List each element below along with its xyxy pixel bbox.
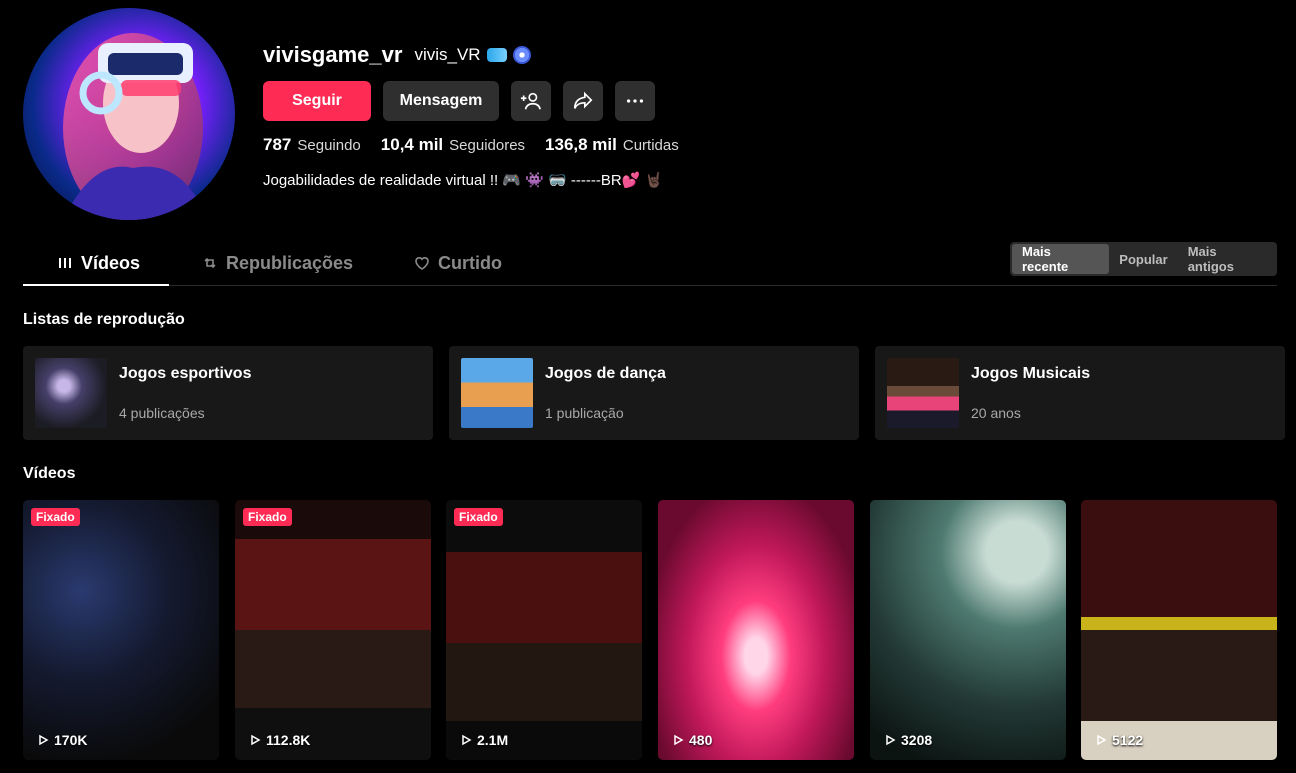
share-icon [573,91,593,109]
video-card[interactable]: 5122 [1081,500,1277,760]
nickname-text: vivis_VR [414,45,481,64]
sort-toggle: Mais recente Popular Mais antigos [1010,242,1277,276]
playlist-card[interactable]: Jogos Musicais 20 anos [875,346,1285,440]
pinned-badge: Fixado [31,508,80,526]
vr-goggles-icon [486,48,507,62]
video-card[interactable]: Fixado 112.8K [235,500,431,760]
stat-value: 136,8 mil [545,135,617,154]
video-thumbnail [23,500,219,760]
playlist-card[interactable]: Jogos de dança 1 publicação [449,346,859,440]
view-count-text: 2.1M [477,732,509,748]
playlist-count: 4 publicações [119,405,205,421]
stat-value: 787 [263,135,292,154]
stat-label: Seguidores [449,137,526,154]
tab-videos[interactable]: Vídeos [57,240,140,286]
playlist-thumbnail [35,358,107,428]
pinned-badge: Fixado [243,508,292,526]
tab-label: Vídeos [81,252,141,273]
avatar[interactable] [23,8,235,220]
video-thumbnail [446,500,642,760]
view-count: 480 [672,732,712,748]
playlist-name: Jogos esportivos [119,365,252,382]
play-icon [462,734,472,746]
heart-icon [415,257,429,270]
more-button[interactable] [615,81,655,121]
pinned-badge: Fixado [454,508,503,526]
tab-label: Curtido [438,252,502,273]
tab-reposts[interactable]: Republicações [202,240,353,286]
profile-names: vivisgame_vr vivis_VR [263,42,531,68]
view-count-text: 480 [689,732,713,748]
playlist-count: 1 publicação [545,405,624,421]
stat-label: Curtidas [622,137,679,154]
active-tab-indicator [23,284,169,286]
video-card[interactable]: 3208 [870,500,1066,760]
profile-actions: Seguir Mensagem [263,81,655,121]
profile-bio: Jogabilidades de realidade virtual !! 🎮 … [263,172,664,189]
view-count-text: 170K [54,732,88,748]
video-thumbnail [870,500,1066,760]
profile-page: vivisgame_vr vivis_VR Seguir Mensagem 78… [0,0,1296,773]
tab-label: Republicações [226,252,354,273]
add-user-icon [520,92,541,110]
stat-followers[interactable]: 10,4 mil Seguidores [381,135,525,155]
playlists-title: Listas de reprodução [23,311,185,328]
add-friend-button[interactable] [511,81,551,121]
tab-liked[interactable]: Curtido [414,240,502,286]
disc-icon [512,46,531,64]
video-thumbnail [658,500,854,760]
repost-icon [204,257,216,269]
follow-button[interactable]: Seguir [263,81,371,121]
videos-title: Vídeos [23,465,76,482]
profile-stats: 787 Seguindo 10,4 mil Seguidores 136,8 m… [263,135,679,155]
more-icon [626,99,644,103]
playlist-thumbnail [461,358,533,428]
sort-popular[interactable]: Popular [1109,244,1177,274]
playlist-card[interactable]: Jogos esportivos 4 publicações [23,346,433,440]
share-button[interactable] [563,81,603,121]
stat-value: 10,4 mil [380,135,444,154]
message-button[interactable]: Mensagem [383,81,499,121]
playlist-name: Jogos Musicais [971,365,1091,382]
play-icon [674,734,684,746]
view-count-text: 3208 [901,732,933,748]
playlist-thumbnail [887,358,959,428]
stat-following[interactable]: 787 Seguindo [263,135,361,155]
play-icon [1097,734,1107,746]
playlist-name: Jogos de dança [545,365,666,382]
playlist-count: 20 anos [971,405,1021,421]
view-count: 5122 [1095,732,1143,748]
view-count: 3208 [884,732,932,748]
play-icon [886,734,896,746]
grid-icon [59,258,71,268]
video-thumbnail [1081,500,1277,760]
play-icon [251,734,261,746]
stat-likes: 136,8 mil Curtidas [545,135,679,155]
view-count-text: 112.8K [266,732,311,748]
video-card[interactable]: Fixado 170K [23,500,219,760]
view-count-text: 5122 [1112,732,1144,748]
sort-oldest[interactable]: Mais antigos [1178,244,1275,274]
view-count: 2.1M [460,732,508,748]
play-icon [39,734,49,746]
sort-recent[interactable]: Mais recente [1012,244,1110,274]
username: vivisgame_vr [263,42,403,67]
video-card[interactable]: 480 [658,500,854,760]
video-thumbnail [235,500,431,760]
view-count: 170K [37,732,87,748]
video-card[interactable]: Fixado 2.1M [446,500,642,760]
nickname: vivis_VR [414,45,531,65]
avatar-image [63,33,208,220]
stat-label: Seguindo [297,137,361,154]
view-count: 112.8K [249,732,310,748]
